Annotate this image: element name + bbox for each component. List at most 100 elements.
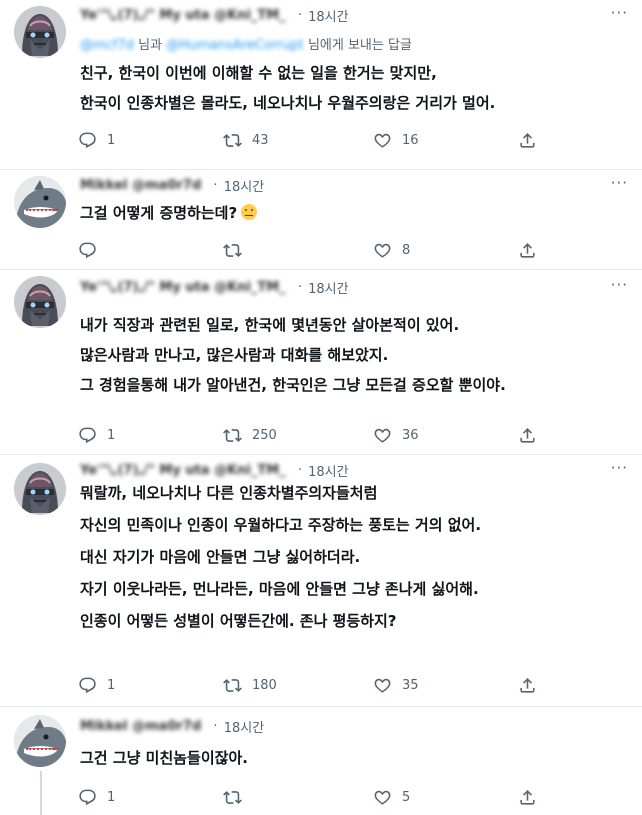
mention-link[interactable]: @HumansAreCorrupt xyxy=(166,38,304,53)
more-options-icon[interactable]: ··· xyxy=(611,459,628,477)
separator-dot: · xyxy=(297,463,302,478)
tweet-time[interactable]: 18시간 xyxy=(224,180,264,195)
like-button[interactable]: 35 xyxy=(373,673,419,697)
tweet[interactable]: Ye'"\,(7),/" My uta @Kni_TM_ · 18시간 ··· … xyxy=(0,455,642,707)
retweet-button[interactable]: 250 xyxy=(223,423,277,447)
tweet-actions: 1 180 35 xyxy=(78,673,538,697)
like-icon xyxy=(373,131,392,150)
more-options-icon[interactable]: ··· xyxy=(611,276,628,294)
tweet-actions: 1 5 xyxy=(78,785,538,809)
author-name-blurred[interactable]: Ye'"\,(7),/" My uta @Kni_TM_ xyxy=(80,463,286,478)
reply-button[interactable]: 1 xyxy=(78,673,115,697)
tweet-text: 뭐랄까, 네오나치나 다른 인종차별주의자들처럼 자신의 민족이나 인종이 우월… xyxy=(80,477,622,637)
like-button[interactable]: 8 xyxy=(373,238,410,262)
retweet-icon xyxy=(223,131,242,150)
author-name-blurred[interactable]: Mikkel @ma0r7d xyxy=(80,178,201,193)
retweet-button[interactable] xyxy=(223,785,252,809)
retweet-button[interactable]: 43 xyxy=(223,128,269,152)
like-icon xyxy=(373,426,392,445)
avatar[interactable] xyxy=(14,176,66,228)
tweet-line-text: 그걸 어떻게 증명하는데? xyxy=(80,204,238,222)
tweet[interactable]: Ye'"\,(7),/" My uta @Kni_TM_ · 18시간 ··· … xyxy=(0,270,642,455)
avatar[interactable] xyxy=(14,463,66,515)
tweet-time[interactable]: 18시간 xyxy=(224,721,264,736)
like-count: 36 xyxy=(402,427,419,443)
tweet-text: 그건 그냥 미친놈들이잖아. xyxy=(80,743,622,773)
tweet-header: Mikkel @ma0r7d · 18시간 xyxy=(80,176,612,196)
like-icon xyxy=(373,241,392,260)
author-name-blurred[interactable]: Ye'"\,(7),/" My uta @Kni_TM_ xyxy=(80,280,286,295)
separator-dot: · xyxy=(297,8,302,23)
avatar[interactable] xyxy=(14,276,66,328)
like-button[interactable]: 5 xyxy=(373,785,410,809)
tweet-line: 그 경험을통해 내가 알아낸건, 한국인은 그냥 모든걸 증오할 뿐이야. xyxy=(80,376,506,394)
tweet-header: Mikkel @ma0r7d · 18시간 xyxy=(80,717,612,737)
avatar[interactable] xyxy=(14,715,66,767)
tweet-line: 친구, 한국이 이번에 이해할 수 없는 일을 한거는 맞지만, xyxy=(80,64,437,82)
replying-suffix: 님에게 보내는 답글 xyxy=(307,38,412,53)
thread-line xyxy=(40,771,42,815)
replying-to: @mcf7d 님과 @HumansAreCorrupt 님에게 보내는 답글 xyxy=(80,34,412,54)
tweet-text: 친구, 한국이 이번에 이해할 수 없는 일을 한거는 맞지만, 한국이 인종차… xyxy=(80,58,622,118)
share-button[interactable] xyxy=(518,785,547,809)
retweet-icon xyxy=(223,426,242,445)
replying-conjunction: 님과 xyxy=(138,38,162,53)
like-button[interactable]: 16 xyxy=(373,128,419,152)
reply-icon xyxy=(78,241,97,260)
like-count: 5 xyxy=(402,789,411,805)
tweet-header: Ye'"\,(7),/" My uta @Kni_TM_ · 18시간 xyxy=(80,278,612,298)
tweet-actions: 8 xyxy=(78,238,538,262)
avatar[interactable] xyxy=(14,6,66,58)
tweet-line: 한국이 인종차별은 몰라도, 네오나치나 우월주의랑은 거리가 멀어. xyxy=(80,94,496,112)
tweet-text: 그걸 어떻게 증명하는데? xyxy=(80,198,622,228)
separator-dot: · xyxy=(297,280,302,295)
tweet-actions: 1 43 16 xyxy=(78,128,538,152)
reply-button[interactable]: 1 xyxy=(78,423,115,447)
author-name-blurred[interactable]: Ye'"\,(7),/" My uta @Kni_TM_ xyxy=(80,8,286,23)
share-button[interactable] xyxy=(518,238,547,262)
reply-icon xyxy=(78,131,97,150)
like-button[interactable]: 36 xyxy=(373,423,419,447)
reply-button[interactable]: 1 xyxy=(78,785,115,809)
tweet-time[interactable]: 18시간 xyxy=(308,282,348,297)
share-button[interactable] xyxy=(518,673,547,697)
reply-count: 1 xyxy=(107,427,116,443)
separator-dot: · xyxy=(213,719,218,734)
tweet-actions: 1 250 36 xyxy=(78,423,538,447)
reply-count: 1 xyxy=(107,677,116,693)
mention-link[interactable]: @mcf7d xyxy=(80,38,134,53)
share-icon xyxy=(518,131,537,150)
retweet-icon xyxy=(223,241,242,260)
retweet-button[interactable] xyxy=(223,238,252,262)
share-icon xyxy=(518,241,537,260)
tweet[interactable]: Mikkel @ma0r7d · 18시간 ··· 그걸 어떻게 증명하는데? … xyxy=(0,170,642,270)
reply-button[interactable]: 1 xyxy=(78,128,115,152)
author-name-blurred[interactable]: Mikkel @ma0r7d xyxy=(80,719,201,734)
reply-icon xyxy=(78,426,97,445)
share-button[interactable] xyxy=(518,423,547,447)
retweet-count: 43 xyxy=(252,132,269,148)
retweet-button[interactable]: 180 xyxy=(223,673,277,697)
tweet-line: 자기 이웃나라든, 먼나라든, 마음에 안들면 그냥 존나게 싫어해. xyxy=(80,580,479,598)
share-icon xyxy=(518,676,537,695)
reply-icon xyxy=(78,676,97,695)
more-options-icon[interactable]: ··· xyxy=(611,174,628,192)
retweet-icon xyxy=(223,676,242,695)
tweet-header: Ye'"\,(7),/" My uta @Kni_TM_ · 18시간 xyxy=(80,6,612,26)
tweet-line: 뭐랄까, 네오나치나 다른 인종차별주의자들처럼 xyxy=(80,484,378,502)
share-button[interactable] xyxy=(518,128,547,152)
tweet[interactable]: Ye'"\,(7),/" My uta @Kni_TM_ · 18시간 ··· … xyxy=(0,0,642,170)
like-count: 16 xyxy=(402,132,419,148)
robot-mask-icon xyxy=(14,6,66,58)
robot-mask-icon xyxy=(14,463,66,515)
tweet-time[interactable]: 18시간 xyxy=(308,10,348,25)
tweet-line: 그건 그냥 미친놈들이잖아. xyxy=(80,749,248,767)
tweet-line: 인종이 어떻든 성별이 어떻든간에. 존나 평등하지? xyxy=(80,612,397,630)
pouting-face-emoji xyxy=(241,204,258,220)
tweet[interactable]: Mikkel @ma0r7d · 18시간 그건 그냥 미친놈들이잖아. 1 5 xyxy=(0,707,642,815)
share-icon xyxy=(518,788,537,807)
reply-button[interactable] xyxy=(78,238,107,262)
shark-avatar-icon xyxy=(14,176,66,228)
tweet-line: 내가 직장과 관련된 일로, 한국에 몇년동안 살아본적이 있어. xyxy=(80,316,460,334)
more-options-icon[interactable]: ··· xyxy=(611,4,628,22)
